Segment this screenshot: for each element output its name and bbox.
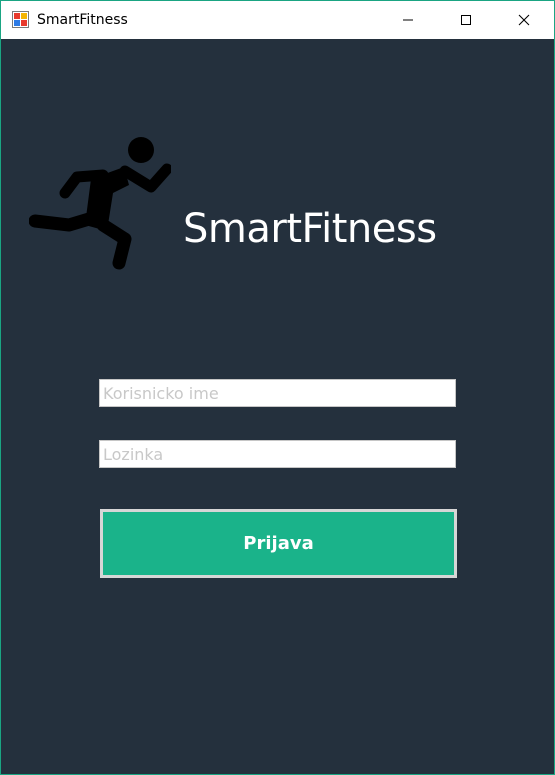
login-button[interactable]: Prijava <box>100 509 457 578</box>
window-title: SmartFitness <box>37 12 128 28</box>
maximize-button[interactable] <box>437 1 495 39</box>
login-button-label: Prijava <box>243 533 314 554</box>
username-input[interactable] <box>99 379 456 407</box>
minimize-button[interactable] <box>379 1 437 39</box>
maximize-icon <box>461 15 471 25</box>
app-window: SmartFitness SmartFitness Korisnicko ime… <box>0 0 555 775</box>
title-bar[interactable]: SmartFitness <box>1 1 554 39</box>
windows-form-icon <box>12 11 29 28</box>
minimize-icon <box>403 19 413 21</box>
app-brand-title: SmartFitness <box>183 206 437 252</box>
close-button[interactable] <box>495 1 553 39</box>
login-panel: SmartFitness Prijava <box>1 39 554 774</box>
close-icon <box>518 14 530 26</box>
password-input[interactable] <box>99 440 456 468</box>
running-person-icon <box>29 137 171 270</box>
